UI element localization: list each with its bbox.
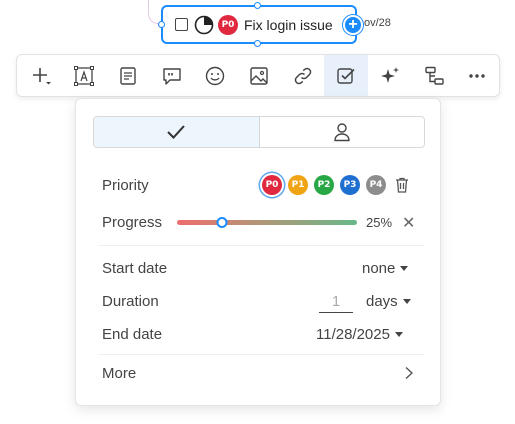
link-button[interactable] — [281, 55, 325, 96]
person-icon — [334, 123, 350, 142]
trash-icon[interactable] — [394, 176, 410, 194]
task-title[interactable]: Fix login issue — [244, 17, 333, 33]
duration-input[interactable]: 1 — [319, 293, 353, 313]
callout-button[interactable] — [150, 55, 194, 96]
progress-slider[interactable] — [177, 217, 357, 228]
structure-button[interactable] — [412, 55, 456, 96]
add-icon — [32, 67, 51, 84]
priority-p1[interactable]: P1 — [288, 175, 308, 195]
end-date-select[interactable]: 11/28/2025 — [316, 326, 403, 343]
caret-down-icon — [402, 299, 411, 304]
text-box-icon — [74, 65, 95, 86]
add-button[interactable] — [19, 55, 63, 96]
priority-picker: P0 P1 P2 P3 P4 — [262, 175, 410, 195]
caret-down-icon — [394, 332, 403, 337]
duration-unit: days — [366, 293, 398, 310]
image-icon — [250, 66, 268, 85]
emoji-icon — [206, 66, 225, 85]
divider — [98, 245, 424, 246]
divider — [98, 354, 424, 355]
more-label[interactable]: More — [102, 365, 136, 382]
caret-down-icon — [400, 266, 409, 271]
resize-handle-left[interactable] — [158, 21, 165, 28]
end-date-label: End date — [102, 326, 163, 343]
note-icon — [120, 66, 136, 85]
chevron-right-icon[interactable] — [403, 366, 415, 380]
note-button[interactable] — [106, 55, 150, 96]
tab-assignee[interactable] — [260, 117, 425, 147]
structure-icon — [424, 66, 444, 85]
panel-tab-switcher — [93, 116, 425, 148]
end-date-value: 11/28/2025 — [316, 326, 390, 343]
priority-p2[interactable]: P2 — [314, 175, 334, 195]
text-box-button[interactable] — [63, 55, 107, 96]
task-icon — [337, 67, 355, 84]
add-child-button[interactable]: + — [343, 15, 363, 35]
resize-handle-bottom[interactable] — [254, 40, 261, 47]
priority-p0[interactable]: P0 — [262, 175, 282, 195]
priority-p4[interactable]: P4 — [366, 175, 386, 195]
emoji-button[interactable] — [194, 55, 238, 96]
ai-button[interactable] — [368, 55, 412, 96]
link-icon — [294, 67, 311, 84]
start-date-value: none — [362, 260, 396, 277]
duration-label: Duration — [102, 293, 159, 310]
task-button[interactable] — [324, 55, 369, 96]
progress-pie-icon — [194, 15, 214, 34]
more-button[interactable] — [455, 55, 499, 96]
callout-icon — [163, 67, 181, 85]
progress-label: Progress — [102, 214, 163, 231]
duration-unit-select[interactable]: days — [366, 293, 411, 310]
priority-badge[interactable]: P0 — [218, 14, 238, 35]
start-date-label: Start date — [102, 260, 168, 277]
tab-task[interactable] — [94, 117, 260, 147]
check-icon — [167, 125, 185, 139]
task-date: ov/28 — [364, 17, 391, 29]
clear-progress-icon[interactable]: ✕ — [402, 213, 415, 233]
progress-percent: 25% — [366, 215, 393, 230]
start-date-select[interactable]: none — [362, 260, 409, 277]
task-checkbox[interactable] — [175, 18, 188, 31]
resize-handle-top[interactable] — [254, 2, 261, 9]
more-icon — [469, 73, 485, 78]
sparkle-icon — [380, 66, 399, 83]
task-node[interactable]: P0 Fix login issue — [161, 5, 357, 44]
image-button[interactable] — [237, 55, 281, 96]
task-settings-panel: Priority P0 P1 P2 P3 P4 Progress 25% ✕ S… — [75, 98, 441, 406]
priority-label: Priority — [102, 177, 149, 194]
priority-p3[interactable]: P3 — [340, 175, 360, 195]
node-toolbar — [16, 54, 500, 97]
progress-slider-thumb[interactable] — [216, 217, 228, 228]
